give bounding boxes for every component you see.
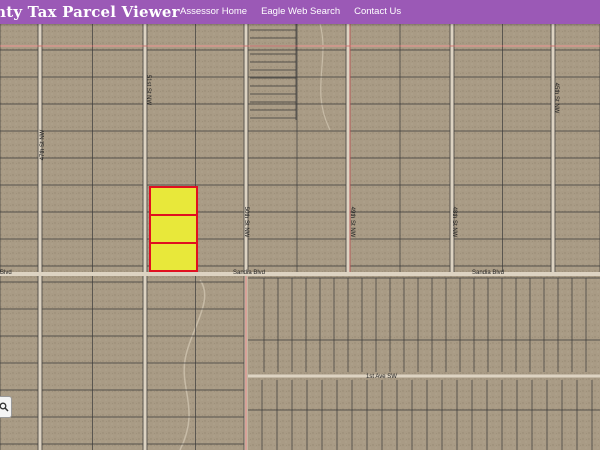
label-48th-st: 48th St NW [451,207,457,238]
label-50th-st: 50th St NW [243,207,249,238]
selected-parcels[interactable] [149,186,198,272]
selected-parcel-3[interactable] [149,242,198,272]
nav-contact-us[interactable]: Contact Us [354,6,401,17]
label-45th-st: 45th St NW [553,83,559,114]
zoom-tool-button[interactable] [0,396,12,418]
label-sandia-blvd-mid: Sandia Blvd [233,270,265,276]
app-title: unty Tax Parcel Viewer [0,3,180,21]
magnifier-icon [0,402,9,412]
aerial-parcel-map[interactable]: 47th St NW 51st St NW 50th St NW 49th St… [0,24,600,450]
nav-eagle-web-search[interactable]: Eagle Web Search [261,6,340,17]
selected-parcel-2[interactable] [149,214,198,244]
map-canvas[interactable]: 47th St NW 51st St NW 50th St NW 49th St… [0,24,600,450]
parcel-viewer-app: unty Tax Parcel Viewer Assessor Home Eag… [0,0,600,450]
label-51st-st: 51st St NW [145,75,151,106]
terrain-background [0,24,600,450]
label-sandia-blvd-right: Sandia Blvd [472,270,504,276]
top-navigation-bar: unty Tax Parcel Viewer Assessor Home Eag… [0,0,600,24]
label-49th-st: 49th St NW [349,207,355,238]
nav-links: Assessor Home Eagle Web Search Contact U… [180,6,401,17]
nav-assessor-home[interactable]: Assessor Home [180,6,247,17]
label-47th-st: 47th St NW [40,129,46,160]
label-1st-ave: 1st Ave SW [366,374,397,380]
selected-parcel-1[interactable] [149,186,198,216]
label-sandia-blvd-left: Blvd [0,270,12,276]
